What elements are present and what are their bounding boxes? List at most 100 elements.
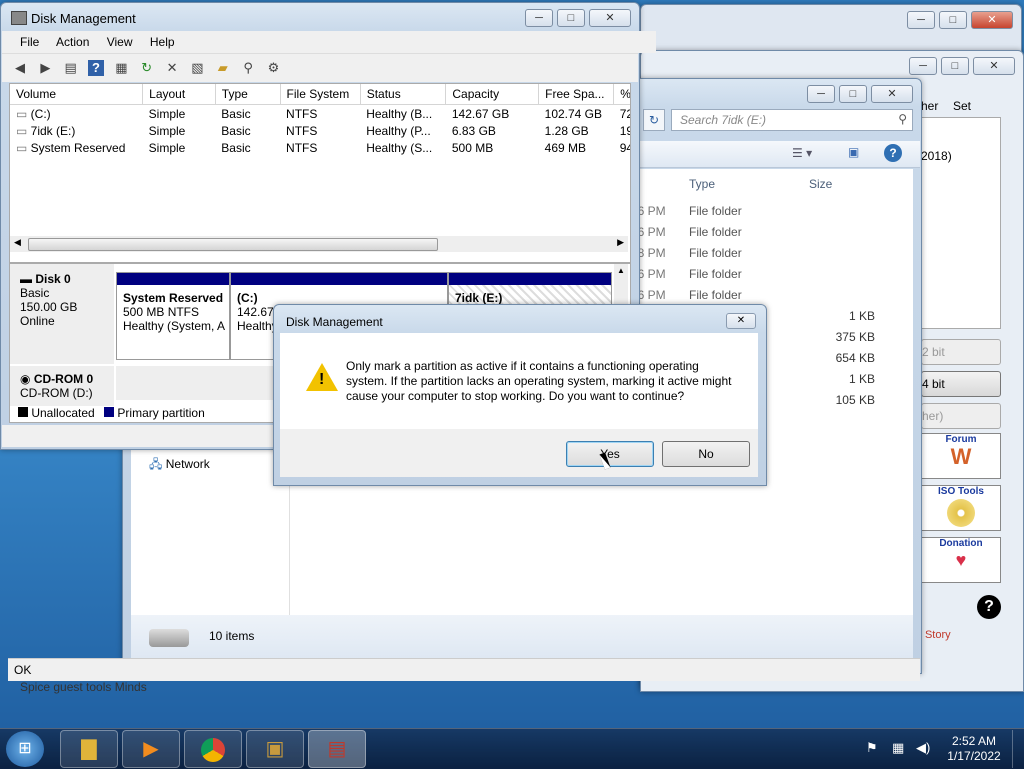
option-other-button[interactable]: her)	[921, 403, 1001, 429]
search-input[interactable]: Search 7idk (E:)	[680, 113, 766, 127]
menu-help[interactable]: Help	[150, 35, 175, 49]
legend-primary-label: Primary partition	[117, 406, 205, 420]
column-header[interactable]: Volume	[10, 84, 144, 105]
close-icon[interactable]: ✕	[971, 11, 1013, 29]
list-item[interactable]: 46 PM File folder	[631, 201, 881, 222]
partition-name: (C:)	[237, 291, 258, 305]
list-item[interactable]: 46 PM File folder	[631, 222, 881, 243]
app-year-text: 2018)	[921, 149, 952, 163]
forward-icon[interactable]: ▶	[37, 60, 53, 76]
scroll-right-icon[interactable]: ▶	[617, 237, 624, 248]
table-row[interactable]: ▭ System Reserved Simple Basic NTFS Healthy …	[10, 139, 630, 156]
search-icon[interactable]: ⚲	[240, 60, 256, 76]
back-icon[interactable]: ◀	[12, 60, 28, 76]
file-size: 1 KB	[848, 309, 875, 323]
maximize-icon[interactable]: □	[557, 9, 585, 27]
table-cell: NTFS	[286, 140, 318, 155]
open-folder-icon[interactable]: ▰	[215, 60, 231, 76]
maximize-icon[interactable]: □	[939, 11, 967, 29]
table-row[interactable]: ▭ (C:) Simple Basic NTFS Healthy (B... 142.67…	[10, 105, 630, 123]
disk-properties-icon[interactable]: ▧	[189, 60, 205, 76]
table-row[interactable]: ▭ 7idk (E:) Simple Basic NTFS Healthy (P... 6…	[10, 122, 630, 139]
donation-button[interactable]: Donation ♥	[921, 537, 1001, 583]
tray-volume-icon[interactable]: ◀)	[916, 740, 930, 756]
taskbar-toolbox-icon[interactable]: ▣	[246, 730, 304, 768]
option-2bit-button[interactable]: 2 bit	[921, 339, 1001, 365]
partition-header-bar	[231, 273, 447, 285]
horizontal-scrollbar[interactable]: ◀ ▶	[10, 236, 628, 252]
dialog-close-icon[interactable]: ✕	[726, 313, 756, 329]
option-4bit-button[interactable]: 4 bit	[921, 371, 1001, 397]
clock[interactable]: 2:52 AM 1/17/2022	[944, 734, 1004, 764]
view-options-icon[interactable]: ☰ ▾	[792, 146, 812, 160]
table-cell: Simple	[148, 123, 186, 138]
tray-network-icon[interactable]: ▦	[892, 740, 904, 756]
column-header-type[interactable]: Type	[689, 177, 715, 191]
file-type: File folder	[689, 246, 742, 260]
start-button[interactable]: ⊞	[6, 731, 44, 767]
taskbar-disk-mgmt-icon[interactable]: ▤	[308, 730, 366, 768]
properties-icon[interactable]: ▦	[113, 60, 129, 76]
column-header[interactable]: Layout	[142, 84, 216, 105]
column-header[interactable]: Status	[360, 84, 447, 105]
story-link[interactable]: ll Story	[917, 629, 951, 641]
console-tree-icon[interactable]: ▤	[63, 60, 79, 76]
nav-item-network[interactable]: 🖧 Network	[149, 455, 210, 476]
search-icon[interactable]: ⚲	[898, 112, 907, 126]
tray-flag-icon[interactable]: ⚑	[866, 740, 878, 756]
scroll-up-icon[interactable]: ▲	[617, 266, 625, 275]
disk-icon: ▬	[20, 272, 32, 286]
preview-pane-icon[interactable]: ▣	[848, 145, 859, 159]
minimize-icon[interactable]: ─	[909, 57, 937, 75]
column-header[interactable]: Capacity	[445, 84, 540, 105]
close-icon[interactable]: ✕	[871, 85, 913, 103]
taskbar-explorer-icon[interactable]: ▇	[60, 730, 118, 768]
close-icon[interactable]: ✕	[973, 57, 1015, 75]
partition-system-reserved[interactable]: System Reserved 500 MB NTFS Healthy (Sys…	[116, 272, 230, 360]
scroll-thumb[interactable]	[28, 238, 438, 251]
settings-icon[interactable]: ⚙	[265, 60, 281, 76]
maximize-icon[interactable]: □	[839, 85, 867, 103]
no-button[interactable]: No	[662, 441, 750, 467]
delete-icon[interactable]: ✕	[164, 60, 180, 76]
column-header[interactable]: % F	[613, 84, 630, 105]
refresh-icon[interactable]: ↻	[643, 109, 665, 131]
disk0-label-block[interactable]: ▬ Disk 0 Basic 150.00 GB Online	[10, 264, 114, 364]
column-header-size[interactable]: Size	[809, 177, 832, 191]
column-header[interactable]: File System	[280, 84, 361, 105]
table-cell: Healthy (P...	[366, 123, 431, 138]
search-box[interactable]: Search 7idk (E:) ⚲	[671, 109, 913, 131]
refresh-icon[interactable]: ↻	[139, 60, 155, 76]
help-icon[interactable]: ?	[884, 144, 902, 162]
taskbar-chrome-icon[interactable]	[184, 730, 242, 768]
cdrom-name: ◉ CD-ROM 0	[20, 372, 94, 386]
drive-icon: ▭	[16, 140, 31, 155]
close-icon[interactable]: ✕	[589, 9, 631, 27]
table-cell: NTFS	[286, 123, 318, 138]
column-header[interactable]: Free Spa...	[538, 84, 615, 105]
minimize-icon[interactable]: ─	[807, 85, 835, 103]
help-icon[interactable]: ?	[977, 595, 1001, 619]
column-header[interactable]: Type	[215, 84, 281, 105]
minimize-icon[interactable]: ─	[525, 9, 553, 27]
list-item[interactable]: 46 PM File folder	[631, 285, 881, 306]
iso-tools-button[interactable]: ISO Tools	[921, 485, 1001, 531]
forum-button[interactable]: Forum W	[921, 433, 1001, 479]
menu-action[interactable]: Action	[56, 35, 89, 49]
help-icon[interactable]: ?	[88, 60, 105, 76]
taskbar-media-player-icon[interactable]: ▶	[122, 730, 180, 768]
yes-button[interactable]: Yes	[566, 441, 654, 467]
cdrom-label-block[interactable]: ◉ CD-ROM 0 CD-ROM (D:)	[10, 366, 114, 406]
list-item[interactable]: 46 PM File folder	[631, 264, 881, 285]
scroll-left-icon[interactable]: ◀	[14, 237, 21, 248]
menu-file[interactable]: File	[20, 35, 39, 49]
list-item[interactable]: 48 PM File folder	[631, 243, 881, 264]
maximize-icon[interactable]: □	[941, 57, 969, 75]
show-desktop-button[interactable]	[1012, 730, 1024, 768]
table-cell: Simple	[148, 140, 186, 155]
minimize-icon[interactable]: ─	[907, 11, 935, 29]
table-cell: Healthy (B...	[366, 106, 433, 121]
menu-view[interactable]: View	[107, 35, 133, 49]
file-size: 375 KB	[835, 330, 875, 344]
clock-time: 2:52 AM	[951, 734, 997, 748]
